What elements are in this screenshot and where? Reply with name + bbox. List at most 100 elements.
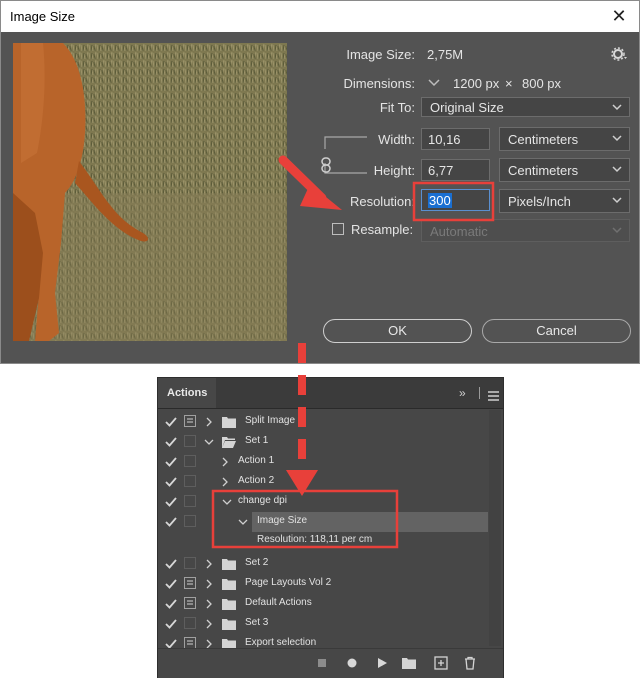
- resample-value: Automatic: [430, 224, 488, 239]
- chevron-right-icon[interactable]: [204, 579, 214, 589]
- resolution-label: Resolution:: [349, 194, 415, 209]
- resolution-unit-dropdown[interactable]: Pixels/Inch: [499, 189, 630, 213]
- chevron-right-icon[interactable]: [220, 477, 230, 487]
- check-icon[interactable]: [164, 597, 178, 611]
- height-input[interactable]: 6,77: [421, 159, 490, 181]
- check-icon[interactable]: [164, 577, 178, 591]
- dialog-toggle-icon[interactable]: [184, 475, 196, 487]
- action-set-label: Set 3: [245, 617, 269, 628]
- folder-icon: [222, 417, 236, 428]
- chevron-right-icon[interactable]: [204, 599, 214, 609]
- action-label: Action 1: [238, 455, 275, 466]
- list-item[interactable]: Action 1: [158, 452, 488, 472]
- dialog-toggle-icon[interactable]: [184, 557, 196, 569]
- height-unit-dropdown[interactable]: Centimeters: [499, 158, 630, 182]
- resolution-unit: Pixels/Inch: [508, 194, 571, 209]
- gear-icon[interactable]: [610, 45, 628, 63]
- close-icon: ✕: [611, 6, 627, 26]
- action-set-label: Page Layouts Vol 2: [245, 577, 332, 588]
- image-preview[interactable]: [13, 43, 287, 341]
- scrollbar[interactable]: [489, 410, 501, 646]
- chevron-right-icon[interactable]: [204, 559, 214, 569]
- dialog-toggle-icon[interactable]: [184, 597, 196, 609]
- collapse-icon[interactable]: »: [459, 386, 466, 400]
- record-icon[interactable]: [345, 656, 359, 670]
- ok-button[interactable]: OK: [323, 319, 472, 343]
- resolution-value: 300: [428, 193, 452, 208]
- list-item[interactable]: Set 1: [158, 432, 488, 452]
- dialog-toggle-icon[interactable]: [184, 435, 196, 447]
- panel-menu-icon[interactable]: [488, 388, 499, 401]
- chevron-down-icon[interactable]: [427, 76, 441, 90]
- chevron-down-icon[interactable]: [204, 437, 214, 447]
- new-set-icon[interactable]: [402, 656, 416, 670]
- list-item[interactable]: Set 3: [158, 614, 488, 634]
- list-item[interactable]: Action 2: [158, 472, 488, 492]
- list-item[interactable]: Set 2: [158, 554, 488, 574]
- stop-icon[interactable]: [315, 656, 329, 670]
- dialog-toggle-icon[interactable]: [184, 617, 196, 629]
- check-icon[interactable]: [164, 435, 178, 449]
- dimensions-times: ×: [505, 76, 513, 91]
- chevron-down-icon: [612, 227, 622, 234]
- height-unit: Centimeters: [508, 163, 579, 178]
- dog-photo: [13, 43, 287, 341]
- dialog-toggle-icon[interactable]: [184, 515, 196, 527]
- list-item[interactable]: Split Image: [158, 412, 488, 432]
- tab-actions[interactable]: Actions: [158, 378, 217, 408]
- dialog-toggle-icon[interactable]: [184, 495, 196, 507]
- list-item[interactable]: change dpi: [158, 492, 488, 512]
- chevron-down-icon[interactable]: [238, 517, 248, 527]
- play-icon[interactable]: [375, 656, 389, 670]
- list-item[interactable]: Page Layouts Vol 2: [158, 574, 488, 594]
- action-set-label: Set 2: [245, 557, 269, 568]
- chevron-down-icon: [612, 166, 622, 173]
- header-divider: [479, 387, 480, 399]
- step-label: Image Size: [257, 515, 308, 526]
- cancel-button[interactable]: Cancel: [482, 319, 631, 343]
- resample-dropdown[interactable]: Automatic: [421, 219, 630, 242]
- check-icon[interactable]: [164, 455, 178, 469]
- action-label: Action 2: [238, 475, 275, 486]
- fit-to-dropdown[interactable]: Original Size: [421, 97, 630, 117]
- actions-panel: Actions » Split Image Set 1 Action 1 Act…: [157, 377, 504, 678]
- dialog-toggle-icon[interactable]: [184, 455, 196, 467]
- width-label: Width:: [378, 132, 415, 147]
- actions-panel-header: Actions »: [158, 378, 503, 409]
- check-icon[interactable]: [164, 617, 178, 631]
- check-icon[interactable]: [164, 495, 178, 509]
- width-input[interactable]: 10,16: [421, 128, 490, 150]
- cancel-label: Cancel: [536, 323, 577, 338]
- list-item[interactable]: Default Actions: [158, 594, 488, 614]
- dialog-titlebar: Image Size ✕: [1, 1, 639, 32]
- width-unit-dropdown[interactable]: Centimeters: [499, 127, 630, 151]
- dialog-toggle-icon[interactable]: [184, 577, 196, 589]
- check-icon[interactable]: [164, 415, 178, 429]
- action-label: change dpi: [238, 495, 287, 506]
- dimensions-width: 1200 px: [453, 76, 500, 91]
- chevron-down-icon[interactable]: [222, 497, 232, 507]
- chevron-down-icon: [612, 135, 622, 142]
- close-button[interactable]: ✕: [607, 5, 631, 27]
- ok-label: OK: [388, 323, 407, 338]
- resample-label: Resample:: [351, 222, 414, 237]
- list-item[interactable]: Image Size Resolution: 118,11 per cm: [158, 512, 488, 552]
- resample-checkbox[interactable]: [332, 223, 344, 235]
- dimensions-label: Dimensions:: [343, 76, 415, 91]
- chevron-right-icon[interactable]: [204, 417, 214, 427]
- dialog-toggle-icon[interactable]: [184, 415, 196, 427]
- delete-icon[interactable]: [463, 656, 477, 670]
- chevron-down-icon: [612, 197, 622, 204]
- check-icon[interactable]: [164, 475, 178, 489]
- action-set-label: Export selection: [245, 637, 317, 648]
- chevron-right-icon[interactable]: [220, 457, 230, 467]
- resolution-input[interactable]: 300: [421, 189, 490, 211]
- chevron-down-icon: [612, 104, 622, 111]
- folder-open-icon: [222, 437, 236, 448]
- new-action-icon[interactable]: [434, 656, 448, 670]
- check-icon[interactable]: [164, 515, 178, 529]
- width-unit: Centimeters: [508, 132, 579, 147]
- chevron-right-icon[interactable]: [204, 619, 214, 629]
- check-icon[interactable]: [164, 557, 178, 571]
- width-value: 10,16: [428, 132, 461, 147]
